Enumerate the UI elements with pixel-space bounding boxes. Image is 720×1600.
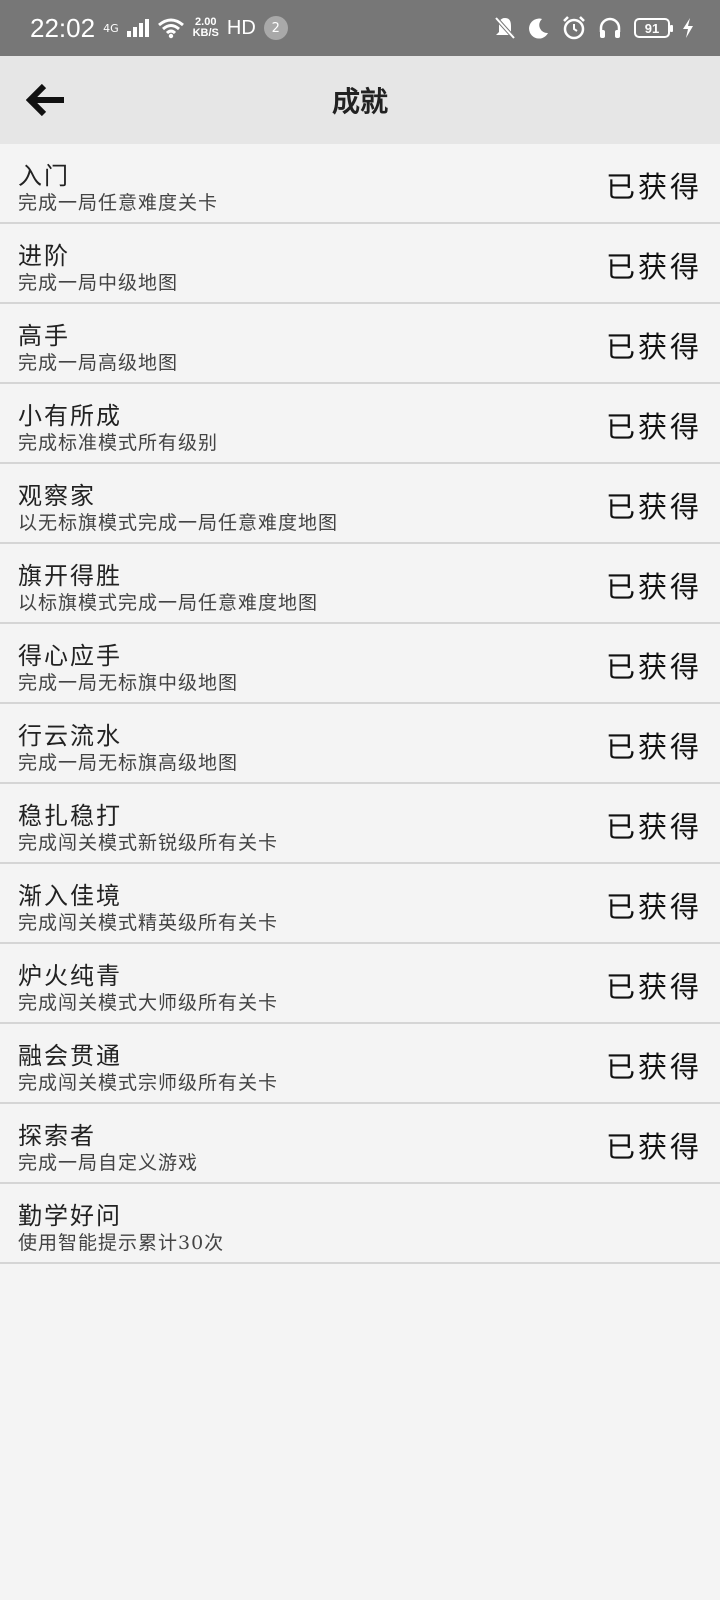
achievement-status: 已获得 <box>605 970 702 1004</box>
status-time: 22:02 <box>30 12 96 43</box>
achievement-row[interactable]: 得心应手 完成一局无标旗中级地图 已获得 <box>0 624 720 704</box>
notification-badge: 2 <box>263 16 288 40</box>
achievement-row[interactable]: 炉火纯青 完成闯关模式大师级所有关卡 已获得 <box>0 944 720 1024</box>
alarm-icon <box>563 16 585 40</box>
achievement-status: 已获得 <box>605 570 702 604</box>
achievement-row[interactable]: 小有所成 完成标准模式所有级别 已获得 <box>0 384 720 464</box>
achievement-description: 完成闯关模式大师级所有关卡 <box>18 992 279 1014</box>
achievement-row[interactable]: 行云流水 完成一局无标旗高级地图 已获得 <box>0 704 720 784</box>
network-speed: 2.00 KB/S <box>192 16 219 39</box>
achievement-title: 炉火纯青 <box>18 962 122 990</box>
achievement-description: 完成一局无标旗中级地图 <box>18 672 239 694</box>
achievement-title: 得心应手 <box>18 642 122 670</box>
achievement-description: 完成闯关模式精英级所有关卡 <box>18 912 279 934</box>
achievement-description: 完成一局任意难度关卡 <box>18 192 219 214</box>
achievement-row[interactable]: 高手 完成一局高级地图 已获得 <box>0 304 720 384</box>
achievement-title: 旗开得胜 <box>18 562 122 590</box>
achievement-list: 入门 完成一局任意难度关卡 已获得 进阶 完成一局中级地图 已获得 高手 完成一… <box>0 144 720 1264</box>
hd-indicator: HD <box>226 16 256 39</box>
achievement-row[interactable]: 稳扎稳打 完成闯关模式新锐级所有关卡 已获得 <box>0 784 720 864</box>
achievement-description: 完成闯关模式新锐级所有关卡 <box>18 832 279 854</box>
signal-icon <box>126 19 149 37</box>
battery-icon: 91 <box>634 18 673 38</box>
network-type: 4G <box>103 21 119 35</box>
achievement-description: 完成一局无标旗高级地图 <box>18 752 239 774</box>
achievement-row[interactable]: 勤学好问 使用智能提示累计30次 <box>0 1184 720 1264</box>
achievement-title: 进阶 <box>18 242 70 270</box>
achievement-title: 稳扎稳打 <box>18 802 122 830</box>
charging-icon <box>683 18 693 38</box>
achievement-description: 完成一局高级地图 <box>18 352 179 374</box>
achievement-title: 小有所成 <box>18 402 122 430</box>
achievement-status: 已获得 <box>605 490 702 524</box>
achievement-title: 融会贯通 <box>18 1042 122 1070</box>
achievement-row[interactable]: 入门 完成一局任意难度关卡 已获得 <box>0 144 720 224</box>
achievement-title: 渐入佳境 <box>18 882 122 910</box>
moon-icon <box>529 18 548 39</box>
achievement-description: 完成闯关模式宗师级所有关卡 <box>18 1072 279 1094</box>
mute-icon <box>494 16 516 40</box>
page-title: 成就 <box>331 85 388 118</box>
status-bar: 22:02 4G 2.00 KB/S HD 2 91 <box>0 0 720 56</box>
achievement-status: 已获得 <box>605 170 702 204</box>
achievement-row[interactable]: 探索者 完成一局自定义游戏 已获得 <box>0 1104 720 1184</box>
achievement-description: 以无标旗模式完成一局任意难度地图 <box>18 512 339 534</box>
achievement-row[interactable]: 进阶 完成一局中级地图 已获得 <box>0 224 720 304</box>
achievement-row[interactable]: 渐入佳境 完成闯关模式精英级所有关卡 已获得 <box>0 864 720 944</box>
wifi-icon <box>157 18 184 39</box>
achievement-status: 已获得 <box>605 730 702 764</box>
achievement-status: 已获得 <box>605 410 702 444</box>
achievement-row[interactable]: 旗开得胜 以标旗模式完成一局任意难度地图 已获得 <box>0 544 720 624</box>
achievement-description: 完成一局中级地图 <box>18 272 179 294</box>
achievement-title: 行云流水 <box>18 722 122 750</box>
achievement-status: 已获得 <box>605 1050 702 1084</box>
achievement-status: 已获得 <box>605 1130 702 1164</box>
achievement-description: 使用智能提示累计30次 <box>18 1232 225 1254</box>
achievement-status: 已获得 <box>605 890 702 924</box>
achievement-title: 观察家 <box>18 482 96 510</box>
achievement-status: 已获得 <box>605 250 702 284</box>
achievement-status: 已获得 <box>605 330 702 364</box>
achievement-row[interactable]: 观察家 以无标旗模式完成一局任意难度地图 已获得 <box>0 464 720 544</box>
achievement-description: 完成标准模式所有级别 <box>18 432 219 454</box>
app-bar: 成就 <box>0 56 720 144</box>
achievement-status: 已获得 <box>605 810 702 844</box>
achievement-description: 完成一局自定义游戏 <box>18 1152 199 1174</box>
achievement-row[interactable]: 融会贯通 完成闯关模式宗师级所有关卡 已获得 <box>0 1024 720 1104</box>
achievement-status: 已获得 <box>605 650 702 684</box>
headset-icon <box>599 17 621 38</box>
achievement-title: 高手 <box>18 322 70 350</box>
achievement-title: 入门 <box>18 162 70 190</box>
achievement-title: 勤学好问 <box>18 1202 122 1230</box>
achievement-title: 探索者 <box>18 1122 96 1150</box>
achievement-description: 以标旗模式完成一局任意难度地图 <box>18 592 319 614</box>
